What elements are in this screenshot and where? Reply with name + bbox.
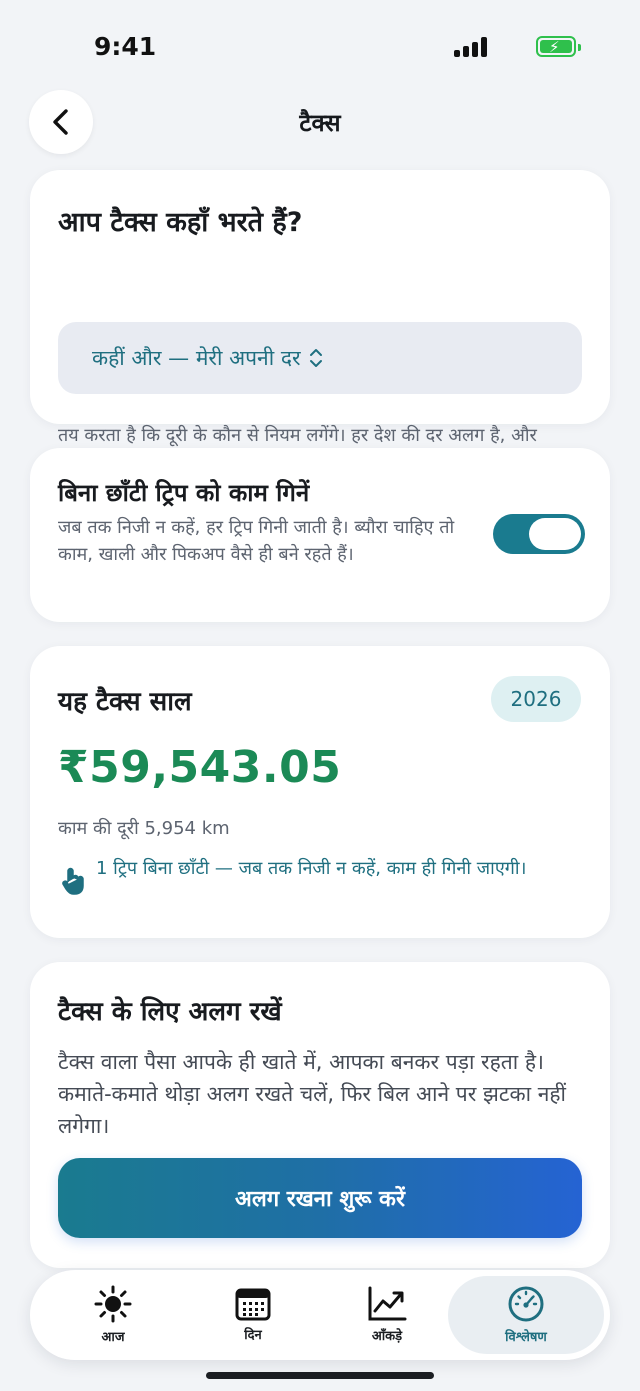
tax-region-selected-value: कहीं और — मेरी अपनी दर [92, 346, 301, 370]
tax-region-select[interactable]: कहीं और — मेरी अपनी दर [58, 322, 582, 394]
set-aside-card: टैक्स के लिए अलग रखें टैक्स वाला पैसा आप… [30, 962, 610, 1268]
sun-icon [94, 1285, 132, 1323]
tax-region-title: आप टैक्स कहाँ भरते हैं? [58, 207, 303, 238]
tax-amount: ₹59,543.05 [58, 742, 342, 793]
chart-icon [368, 1286, 407, 1321]
tab-today[interactable]: आज [38, 1276, 188, 1354]
set-aside-title: टैक्स के लिए अलग रखें [58, 997, 282, 1027]
start-set-aside-button[interactable]: अलग रखना शुरू करें [58, 1158, 582, 1238]
count-unsorted-title: बिना छाँटी ट्रिप को काम गिनें [58, 479, 310, 507]
gauge-icon [508, 1286, 544, 1322]
tab-stats-label: आँकड़े [371, 1329, 403, 1344]
unsorted-trip-note-text: 1 ट्रिप बिना छाँटी — जब तक निजी न कहें, … [96, 858, 527, 879]
tab-day[interactable]: दिन [178, 1276, 328, 1354]
tax-region-card: आप टैक्स कहाँ भरते हैं? तय करता है कि दू… [30, 170, 610, 473]
tax-year-badge[interactable]: 2026 [491, 676, 581, 722]
page-title: टैक्स [299, 109, 341, 137]
count-unsorted-toggle[interactable] [493, 514, 585, 554]
chevron-up-down-icon [309, 349, 322, 367]
count-unsorted-card: बिना छाँटी ट्रिप को काम गिनें जब तक निजी… [30, 448, 610, 622]
tab-bar: आज दिन आँकड़े विश्लेषण [30, 1270, 610, 1360]
set-aside-description: टैक्स वाला पैसा आपके ही खाते में, आपका ब… [58, 1050, 566, 1138]
status-time: 9:41 [94, 32, 157, 61]
tab-day-label: दिन [244, 1328, 262, 1343]
unsorted-trip-note[interactable]: 1 ट्रिप बिना छाँटी — जब तक निजी न कहें, … [58, 856, 528, 896]
status-bar: 9:41 ⚡ [0, 0, 640, 92]
hand-tap-icon [62, 867, 84, 895]
tab-today-label: आज [101, 1330, 125, 1345]
signal-icon [454, 37, 488, 57]
tab-analysis[interactable]: विश्लेषण [448, 1276, 604, 1354]
tax-year-card: यह टैक्स साल 2026 ₹59,543.05 काम की दूरी… [30, 646, 610, 938]
calendar-icon [235, 1288, 271, 1321]
tax-year-title: यह टैक्स साल [58, 687, 192, 717]
battery-icon: ⚡ [536, 36, 581, 57]
tab-stats[interactable]: आँकड़े [312, 1276, 462, 1354]
home-indicator [206, 1372, 434, 1379]
tab-analysis-label: विश्लेषण [505, 1330, 547, 1345]
work-distance: काम की दूरी 5,954 km [58, 818, 230, 839]
count-unsorted-description: जब तक निजी न कहें, हर ट्रिप गिनी जाती है… [58, 517, 455, 565]
